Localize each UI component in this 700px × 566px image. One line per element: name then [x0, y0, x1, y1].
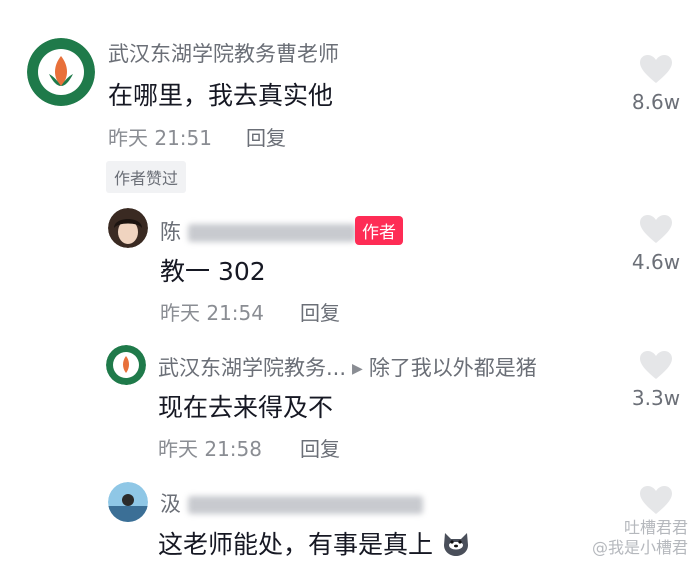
reply-to-name: 除了我以外都是猪: [368, 356, 537, 380]
heart-icon: [640, 55, 672, 83]
avatar[interactable]: [106, 345, 146, 385]
author-visible-part: 陈: [160, 220, 181, 244]
heart-icon: [640, 215, 672, 243]
comment-time: 昨天 21:54: [160, 301, 264, 325]
author-visible-part: 汲: [160, 492, 181, 516]
blurred-username: [187, 496, 423, 514]
comment-text-content: 这老师能处，有事是真上: [158, 530, 434, 559]
heart-icon: [640, 486, 672, 514]
like-button[interactable]: [621, 485, 691, 515]
comment-text: 现在去来得及不: [158, 393, 334, 422]
like-button[interactable]: 3.3w: [621, 350, 691, 410]
reply-button[interactable]: 回复: [300, 433, 340, 462]
comment-author[interactable]: 汲: [160, 488, 423, 518]
reply-arrow-icon: ▶: [352, 361, 363, 377]
like-button[interactable]: 4.6w: [621, 214, 691, 274]
blurred-username: [187, 224, 356, 242]
comment-text: 在哪里，我去真实他: [108, 81, 334, 110]
watermark-line1: 吐槽君君: [623, 518, 688, 537]
like-count: 4.6w: [631, 250, 681, 274]
like-button[interactable]: 8.6w: [621, 54, 691, 114]
comment-text: 这老师能处，有事是真上: [158, 525, 471, 561]
comment-time: 昨天 21:51: [108, 126, 212, 150]
author-liked-badge: 作者赞过: [106, 161, 187, 193]
watermark: 吐槽君君 @我是小槽君: [592, 518, 688, 558]
like-count: 3.3w: [631, 386, 681, 410]
dog-emoji-icon: [443, 533, 468, 556]
comment-time: 昨天 21:58: [158, 437, 262, 461]
reply-button[interactable]: 回复: [246, 122, 286, 151]
comment-text: 教一 302: [160, 257, 266, 286]
avatar[interactable]: [108, 208, 148, 248]
avatar[interactable]: [27, 38, 95, 106]
reply-button[interactable]: 回复: [300, 297, 340, 326]
comment-author[interactable]: 武汉东湖学院教务... ▶ 除了我以外都是猪: [158, 352, 537, 382]
comment-author[interactable]: 武汉东湖学院教务曹老师: [108, 38, 339, 68]
comment-author[interactable]: 陈: [160, 216, 356, 246]
heart-icon: [640, 351, 672, 379]
watermark-line2: @我是小槽君: [591, 538, 688, 557]
like-count: 8.6w: [631, 90, 681, 114]
author-badge: 作者: [355, 216, 403, 245]
author-name: 武汉东湖学院教务...: [158, 356, 347, 380]
avatar[interactable]: [108, 482, 148, 522]
